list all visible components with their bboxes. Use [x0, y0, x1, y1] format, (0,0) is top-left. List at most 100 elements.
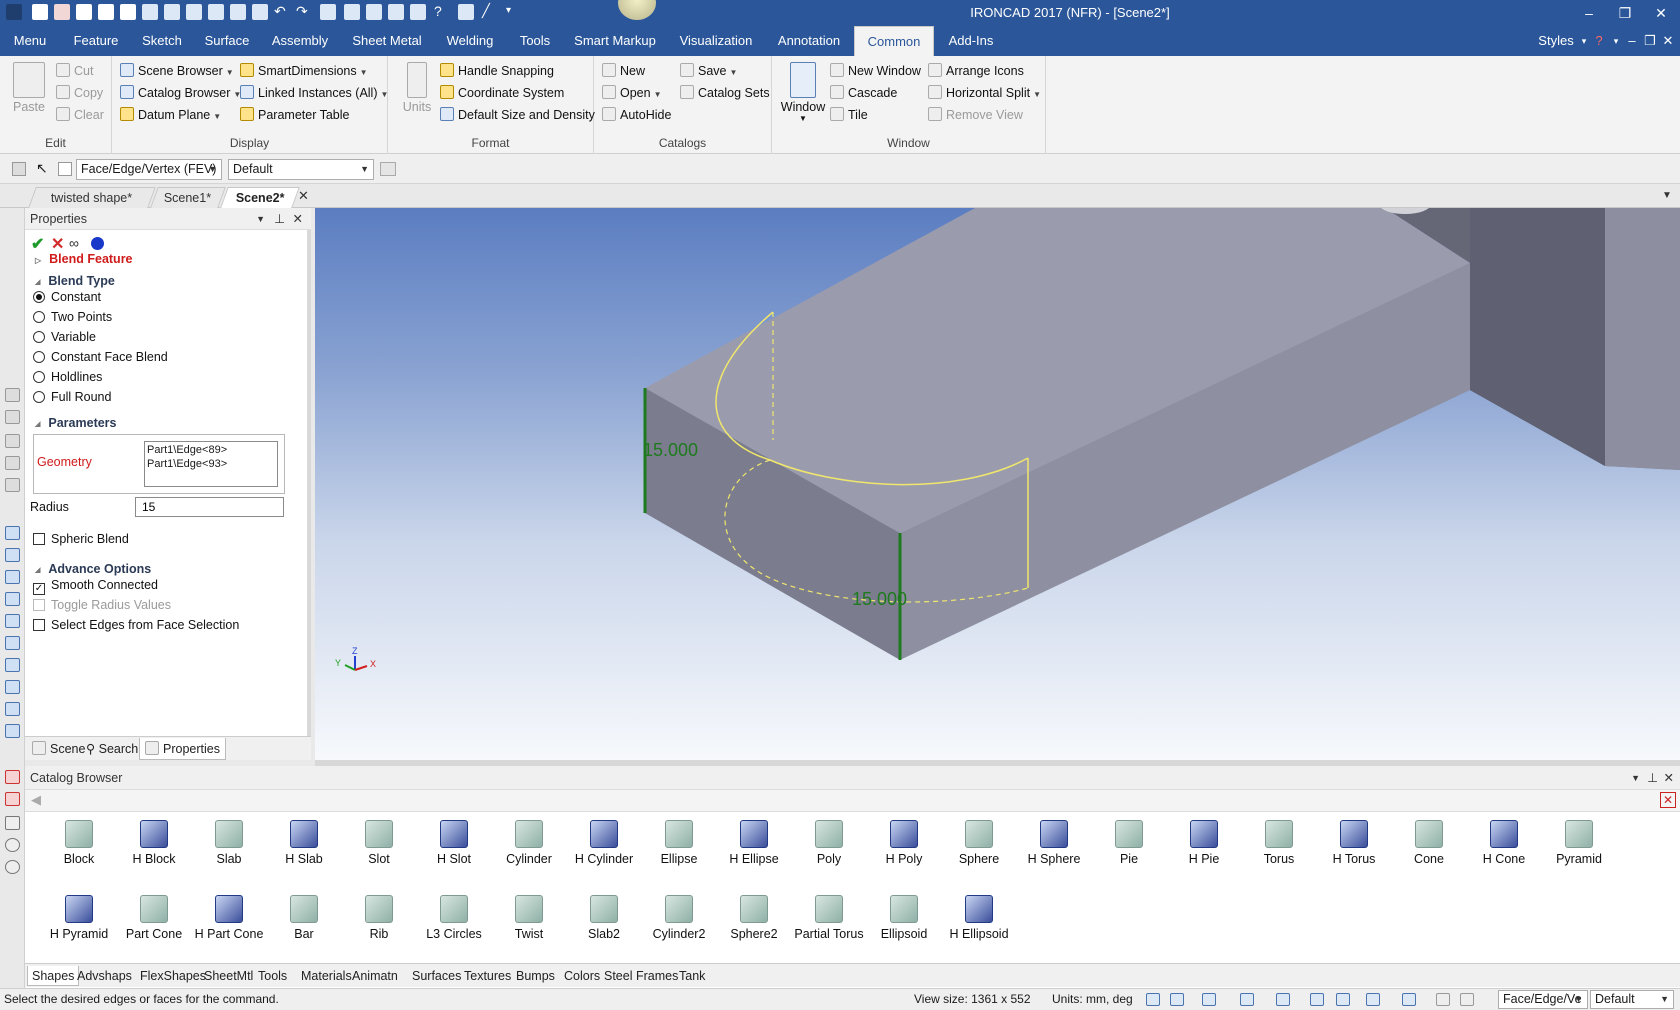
tool-g-icon[interactable]	[5, 548, 20, 562]
catalog-tab-sheetmtl[interactable]: SheetMtl	[200, 966, 257, 986]
catalog-item-sphere2[interactable]: Sphere2	[717, 895, 791, 955]
arrange-icons-button[interactable]: Arrange Icons	[928, 61, 1024, 81]
clear-button[interactable]: Clear	[56, 105, 104, 125]
tab-add-ins[interactable]: Add-Ins	[944, 26, 998, 56]
orient-icon[interactable]	[1202, 993, 1216, 1006]
tool-e-icon[interactable]	[5, 478, 20, 492]
radio-constant-circle[interactable]	[33, 291, 45, 303]
tool-s-icon[interactable]	[5, 838, 20, 852]
tab-welding[interactable]: Welding	[442, 26, 498, 56]
tab-properties-panel[interactable]: Properties	[139, 738, 226, 760]
tool-m-icon[interactable]	[5, 680, 20, 694]
radius-input[interactable]	[135, 497, 284, 517]
units-button[interactable]: Units	[398, 62, 436, 114]
catalog-item-bar[interactable]: Bar	[267, 895, 341, 955]
radio-constant[interactable]: Constant	[33, 290, 101, 304]
radio-two-points[interactable]: Two Points	[33, 310, 112, 324]
default-size-density-button[interactable]: Default Size and Density	[440, 105, 595, 125]
save-as-icon[interactable]	[186, 4, 202, 20]
catalog-item-h-slot[interactable]: H Slot	[417, 820, 491, 880]
close-panel-icon[interactable]: ✕	[293, 208, 303, 230]
redo-icon[interactable]: ↷	[296, 4, 312, 20]
display-mode-icon[interactable]	[1366, 993, 1380, 1006]
tool-b-icon[interactable]	[5, 410, 20, 424]
layers-icon[interactable]	[1402, 993, 1416, 1006]
catalog-item-h-pie[interactable]: H Pie	[1167, 820, 1241, 880]
catalog-pin-icon[interactable]: ⊥	[1647, 766, 1658, 790]
tab-annotation[interactable]: Annotation	[774, 26, 844, 56]
radio-holdlines-circle[interactable]	[33, 371, 45, 383]
catalog-tab-animatn[interactable]: Animatn	[348, 966, 402, 986]
customize-dropdown-icon[interactable]: ▾	[506, 4, 522, 20]
tool-icon[interactable]	[208, 4, 224, 20]
copy-button[interactable]: Copy	[56, 83, 103, 103]
tab-menu[interactable]: Menu	[6, 26, 54, 56]
preview-glasses-icon[interactable]: ∞	[69, 235, 79, 251]
tool-n-icon[interactable]	[5, 702, 20, 716]
tool-a-icon[interactable]	[5, 388, 20, 402]
minimize-button[interactable]: –	[1574, 3, 1604, 23]
tab-assembly[interactable]: Assembly	[268, 26, 332, 56]
coordinate-system-button[interactable]: Coordinate System	[440, 83, 564, 103]
doc-restore-button[interactable]: ❐	[1642, 26, 1658, 56]
parameter-table-button[interactable]: Parameter Table	[240, 105, 350, 125]
spheric-blend-box[interactable]	[33, 533, 45, 545]
close-file-icon[interactable]	[54, 4, 70, 20]
3d-viewport[interactable]: 15.000 15.000 Z Y X	[315, 208, 1680, 760]
new-window-button[interactable]: New Window	[830, 61, 921, 81]
catalog-item-h-ellipse[interactable]: H Ellipse	[717, 820, 791, 880]
tab-smart-markup[interactable]: Smart Markup	[574, 26, 656, 56]
catalog-item-cylinder2[interactable]: Cylinder2	[642, 895, 716, 955]
datum-plane-button[interactable]: Datum Plane ▼	[120, 105, 221, 125]
status-filter-select[interactable]: Face/Edge/Ve ▼	[1498, 990, 1588, 1009]
catalog-item-h-part-cone[interactable]: H Part Cone	[192, 895, 266, 955]
radio-variable-circle[interactable]	[33, 331, 45, 343]
catalog-item-poly[interactable]: Poly	[792, 820, 866, 880]
catalog-tab-materials[interactable]: Materials	[297, 966, 356, 986]
tool-7-icon[interactable]	[410, 4, 426, 20]
handle-snapping-button[interactable]: Handle Snapping	[440, 61, 554, 81]
catalog-tab-flexshapes[interactable]: FlexShapes	[136, 966, 210, 986]
styles-dropdown-icon[interactable]: ▾	[1578, 26, 1590, 56]
scene-browser-button[interactable]: Scene Browser ▼	[120, 61, 234, 81]
tab-surface[interactable]: Surface	[202, 26, 252, 56]
help-dropdown-icon[interactable]: ▾	[1610, 26, 1622, 56]
catalog-sets-button[interactable]: Catalog Sets	[680, 83, 770, 103]
selection-filter-select[interactable]: Face/Edge/Vertex (FEV) ▼	[76, 159, 222, 180]
save-catalog-button[interactable]: Save ▼	[680, 61, 737, 81]
tile-button[interactable]: Tile	[830, 105, 868, 125]
catalog-item-twist[interactable]: Twist	[492, 895, 566, 955]
catalog-item-pie[interactable]: Pie	[1092, 820, 1166, 880]
undo-icon[interactable]: ↶	[274, 4, 290, 20]
catalog-item-h-torus[interactable]: H Torus	[1317, 820, 1391, 880]
view-cube-icon[interactable]	[1240, 993, 1254, 1006]
pin-icon[interactable]: ⊥	[274, 208, 285, 230]
catalog-item-h-cone[interactable]: H Cone	[1467, 820, 1541, 880]
tool-h-icon[interactable]	[5, 570, 20, 584]
open-icon[interactable]	[142, 4, 158, 20]
blend-type-header[interactable]: Blend Type	[35, 274, 114, 288]
tool-p-icon[interactable]	[5, 770, 20, 784]
catalog-close-icon[interactable]: ✕	[1664, 766, 1674, 790]
tab-common[interactable]: Common	[854, 26, 934, 56]
arrow-cursor-icon[interactable]: ↖	[36, 160, 48, 177]
tool-r-icon[interactable]	[5, 816, 20, 830]
radio-constant-face-blend[interactable]: Constant Face Blend	[33, 350, 168, 364]
new-catalog-button[interactable]: New	[602, 61, 645, 81]
tab-list-icon[interactable]: ▼	[1662, 190, 1672, 201]
catalog-item-sphere[interactable]: Sphere	[942, 820, 1016, 880]
catalog-item-h-ellipsoid[interactable]: H Ellipsoid	[942, 895, 1016, 955]
doc-close-button[interactable]: ✕	[1660, 26, 1676, 56]
catalog-item-block[interactable]: Block	[42, 820, 116, 880]
geometry-list[interactable]: Part1\Edge<89> Part1\Edge<93>	[144, 441, 278, 487]
tool-i-icon[interactable]	[5, 592, 20, 606]
help-icon[interactable]: ?	[434, 4, 450, 20]
catalog-item-ellipse[interactable]: Ellipse	[642, 820, 716, 880]
geometry-item[interactable]: Part1\Edge<89>	[147, 443, 275, 457]
catalog-item-torus[interactable]: Torus	[1242, 820, 1316, 880]
catalog-tab-tools[interactable]: Tools	[254, 966, 291, 986]
zoom-icon[interactable]	[1146, 993, 1160, 1006]
smooth-connected-checkbox[interactable]: ✓ Smooth Connected	[33, 578, 158, 595]
smooth-connected-box[interactable]: ✓	[33, 583, 45, 595]
catalog-item-h-block[interactable]: H Block	[117, 820, 191, 880]
